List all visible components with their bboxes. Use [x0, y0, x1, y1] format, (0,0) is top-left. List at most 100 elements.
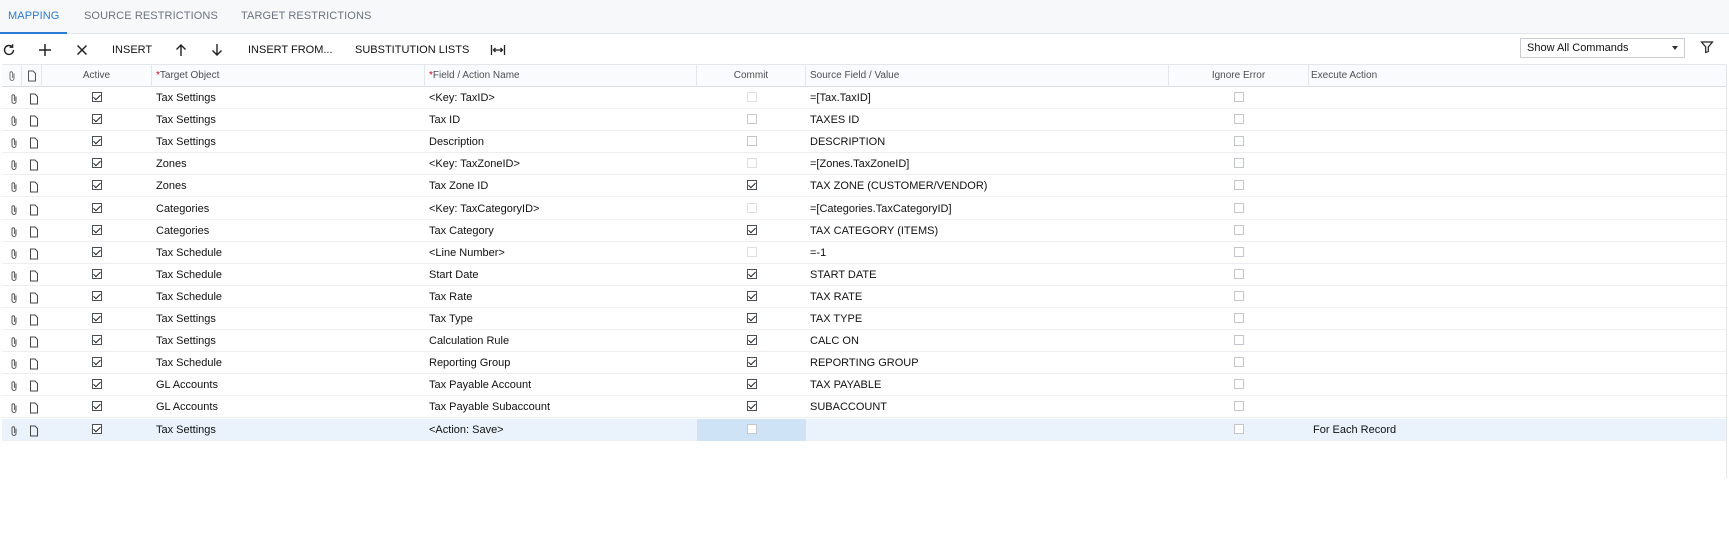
ignore-error-checkbox[interactable]	[1234, 357, 1244, 368]
add-row-button[interactable]	[38, 34, 56, 66]
active-checkbox[interactable]	[92, 202, 102, 213]
attachment-button[interactable]	[9, 198, 21, 221]
active-checkbox[interactable]	[92, 246, 102, 257]
source-field-cell[interactable]: START DATE	[810, 264, 1167, 286]
active-checkbox[interactable]	[92, 379, 102, 390]
ignore-error-checkbox[interactable]	[1234, 379, 1244, 390]
commit-checkbox[interactable]	[746, 335, 757, 346]
field-action-cell[interactable]: <Action: Save>	[429, 419, 695, 441]
target-object-cell[interactable]: Zones	[156, 175, 424, 197]
target-object-cell[interactable]: Categories	[156, 220, 424, 242]
col-field-action[interactable]: *Field / Action Name	[425, 65, 697, 87]
target-object-cell[interactable]: Tax Schedule	[156, 352, 424, 374]
active-checkbox[interactable]	[92, 401, 102, 412]
attachment-button[interactable]	[9, 153, 21, 176]
note-button[interactable]	[29, 352, 41, 375]
table-row[interactable]: Zones <Key: TaxZoneID> =[Zones.TaxZoneID]	[2, 153, 1726, 176]
source-field-cell[interactable]: TAXES ID	[810, 109, 1167, 131]
insert-from-button[interactable]: INSERT FROM...	[248, 34, 333, 66]
execute-action-cell[interactable]	[1313, 352, 1713, 374]
note-button[interactable]	[29, 175, 41, 198]
attachment-button[interactable]	[9, 330, 21, 353]
execute-action-cell[interactable]	[1313, 220, 1713, 242]
field-action-cell[interactable]: Description	[429, 131, 695, 153]
note-button[interactable]	[29, 198, 41, 221]
command-filter-select[interactable]: Show All Commands	[1520, 38, 1685, 58]
table-row[interactable]: Categories Tax Category TAX CATEGORY (ITEM…	[2, 220, 1726, 242]
commit-checkbox[interactable]	[746, 92, 757, 103]
commit-checkbox[interactable]	[746, 136, 757, 147]
table-row[interactable]: Tax Schedule <Line Number> =-1	[2, 242, 1726, 264]
tab-source-restrictions[interactable]: SOURCE RESTRICTIONS	[84, 0, 218, 33]
active-checkbox[interactable]	[92, 313, 102, 324]
target-object-cell[interactable]: Tax Settings	[156, 419, 424, 441]
commit-checkbox[interactable]	[746, 114, 757, 125]
field-action-cell[interactable]: Reporting Group	[429, 352, 695, 374]
table-row[interactable]: Tax Schedule Tax Rate TAX RATE	[2, 286, 1726, 308]
field-action-cell[interactable]: <Line Number>	[429, 242, 695, 264]
active-checkbox[interactable]	[92, 158, 102, 169]
attachment-button[interactable]	[9, 131, 21, 154]
source-field-cell[interactable]: DESCRIPTION	[810, 131, 1167, 153]
insert-button[interactable]: INSERT	[112, 34, 152, 66]
ignore-error-checkbox[interactable]	[1234, 136, 1244, 147]
commit-checkbox[interactable]	[746, 268, 757, 279]
field-action-cell[interactable]: Tax ID	[429, 109, 695, 131]
source-field-cell[interactable]: =[Categories.TaxCategoryID]	[810, 198, 1167, 220]
note-button[interactable]	[29, 330, 41, 353]
ignore-error-checkbox[interactable]	[1234, 114, 1244, 125]
note-button[interactable]	[29, 87, 41, 110]
table-row[interactable]: GL Accounts Tax Payable Account TAX PAYABL…	[2, 374, 1726, 397]
tab-mapping[interactable]: MAPPING	[0, 0, 68, 34]
target-object-cell[interactable]: GL Accounts	[156, 396, 424, 418]
ignore-error-checkbox[interactable]	[1234, 290, 1244, 301]
attachment-button[interactable]	[9, 308, 21, 331]
commit-checkbox[interactable]	[746, 224, 757, 235]
commit-checkbox[interactable]	[746, 401, 757, 412]
attachment-button[interactable]	[9, 109, 21, 132]
attachment-button[interactable]	[9, 286, 21, 309]
field-action-cell[interactable]: <Key: TaxZoneID>	[429, 153, 695, 175]
move-down-button[interactable]	[210, 34, 226, 66]
execute-action-cell[interactable]	[1313, 153, 1713, 175]
attachment-button[interactable]	[9, 220, 21, 243]
target-object-cell[interactable]: Zones	[156, 153, 424, 175]
note-button[interactable]	[29, 131, 41, 154]
target-object-cell[interactable]: Tax Settings	[156, 87, 424, 109]
note-button[interactable]	[29, 286, 41, 309]
filter-button[interactable]	[1700, 40, 1714, 57]
active-checkbox[interactable]	[92, 268, 102, 279]
ignore-error-checkbox[interactable]	[1234, 202, 1244, 213]
note-col-header[interactable]	[22, 65, 42, 87]
note-button[interactable]	[29, 264, 41, 287]
source-field-cell[interactable]: TAX RATE	[810, 286, 1167, 308]
note-button[interactable]	[29, 419, 41, 442]
note-button[interactable]	[29, 153, 41, 176]
target-object-cell[interactable]: Tax Schedule	[156, 242, 424, 264]
execute-action-cell[interactable]	[1313, 198, 1713, 220]
table-row[interactable]: Tax Settings <Key: TaxID> =[Tax.TaxID]	[2, 87, 1726, 109]
field-action-cell[interactable]: Tax Category	[429, 220, 695, 242]
refresh-button[interactable]	[2, 34, 20, 66]
note-button[interactable]	[29, 308, 41, 331]
note-button[interactable]	[29, 109, 41, 132]
substitution-lists-button[interactable]: SUBSTITUTION LISTS	[355, 34, 469, 66]
field-action-cell[interactable]: Tax Type	[429, 308, 695, 330]
source-field-cell[interactable]: TAX CATEGORY (ITEMS)	[810, 220, 1167, 242]
col-ignore-error[interactable]: Ignore Error	[1169, 65, 1309, 87]
source-field-cell[interactable]: =-1	[810, 242, 1167, 264]
source-field-cell[interactable]: TAX TYPE	[810, 308, 1167, 330]
table-row[interactable]: Tax Settings Calculation Rule CALC ON	[2, 330, 1726, 353]
field-action-cell[interactable]: Tax Payable Account	[429, 374, 695, 396]
source-field-cell[interactable]: TAX PAYABLE	[810, 374, 1167, 396]
delete-row-button[interactable]	[75, 34, 91, 66]
execute-action-cell[interactable]	[1313, 87, 1713, 109]
ignore-error-checkbox[interactable]	[1234, 313, 1244, 324]
attachment-button[interactable]	[9, 175, 21, 198]
source-field-cell[interactable]	[810, 419, 1167, 441]
active-checkbox[interactable]	[92, 180, 102, 191]
table-row[interactable]: Categories <Key: TaxCategoryID> =[Categori…	[2, 198, 1726, 220]
table-row[interactable]: Tax Settings Description DESCRIPTION	[2, 131, 1726, 154]
execute-action-cell[interactable]	[1313, 286, 1713, 308]
execute-action-cell[interactable]	[1313, 308, 1713, 330]
